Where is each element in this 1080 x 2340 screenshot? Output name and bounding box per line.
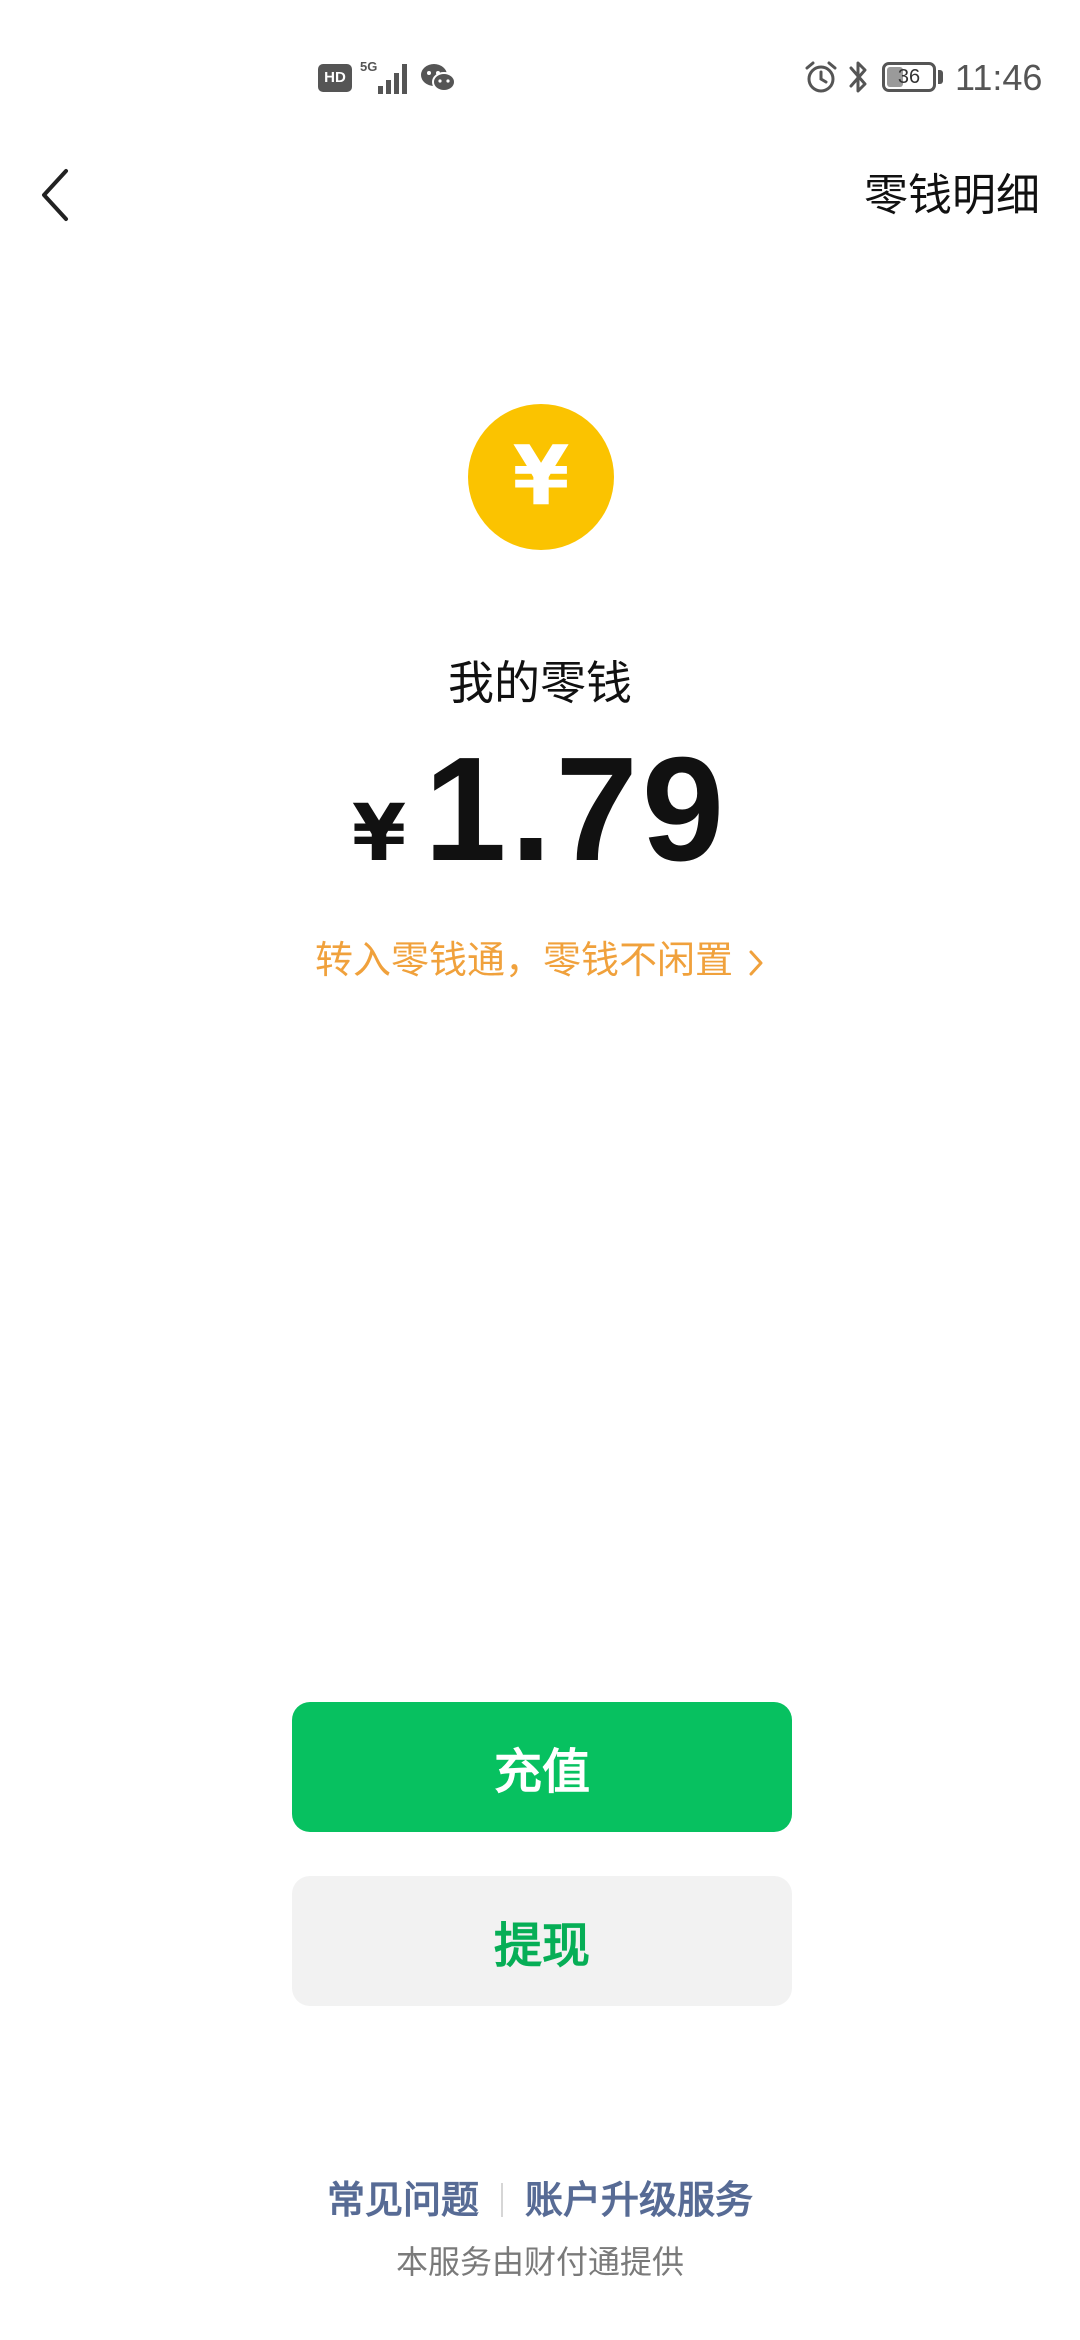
- signal-icon: [378, 64, 407, 94]
- service-provider-text: 本服务由财付通提供: [395, 2243, 684, 2281]
- chevron-left-icon: [42, 169, 68, 221]
- wechat-icon: [421, 64, 456, 92]
- account-upgrade-link[interactable]: 账户升级服务: [525, 2172, 753, 2228]
- coin-icon: ¥: [468, 404, 614, 550]
- balance-label: 我的零钱: [448, 656, 632, 710]
- battery-percentage: 36: [897, 66, 921, 88]
- change-details-link[interactable]: 零钱明细: [864, 166, 1040, 226]
- faq-link[interactable]: 常见问题: [327, 2172, 479, 2228]
- licaitong-promo-link[interactable]: 转入零钱通，零钱不闲置: [0, 932, 1080, 988]
- promo-text: 转入零钱通，零钱不闲置: [314, 938, 733, 982]
- chevron-right-icon: [749, 950, 763, 975]
- currency-symbol: ¥: [351, 789, 407, 879]
- hd-icon: HD: [318, 64, 352, 92]
- coin-yen-symbol: ¥: [512, 429, 570, 524]
- footer-links: 常见问题 账户升级服务: [0, 2172, 1080, 2228]
- battery-icon: 36: [882, 62, 936, 92]
- status-time: 11:46: [955, 57, 1043, 98]
- bluetooth-icon: [849, 61, 867, 93]
- back-button[interactable]: [20, 155, 90, 235]
- recharge-button[interactable]: 充值: [292, 1702, 792, 1832]
- battery-cap: [938, 70, 943, 84]
- balance-amount: 1.79: [424, 727, 729, 892]
- status-bar: HD 5G 36 11:46: [0, 0, 1080, 150]
- balance-amount-row: ¥ 1.79: [0, 727, 1080, 892]
- footer-divider: [501, 2183, 503, 2217]
- withdraw-button[interactable]: 提现: [292, 1876, 792, 2006]
- alarm-icon: [805, 61, 837, 93]
- network-type-label: 5G: [360, 59, 378, 74]
